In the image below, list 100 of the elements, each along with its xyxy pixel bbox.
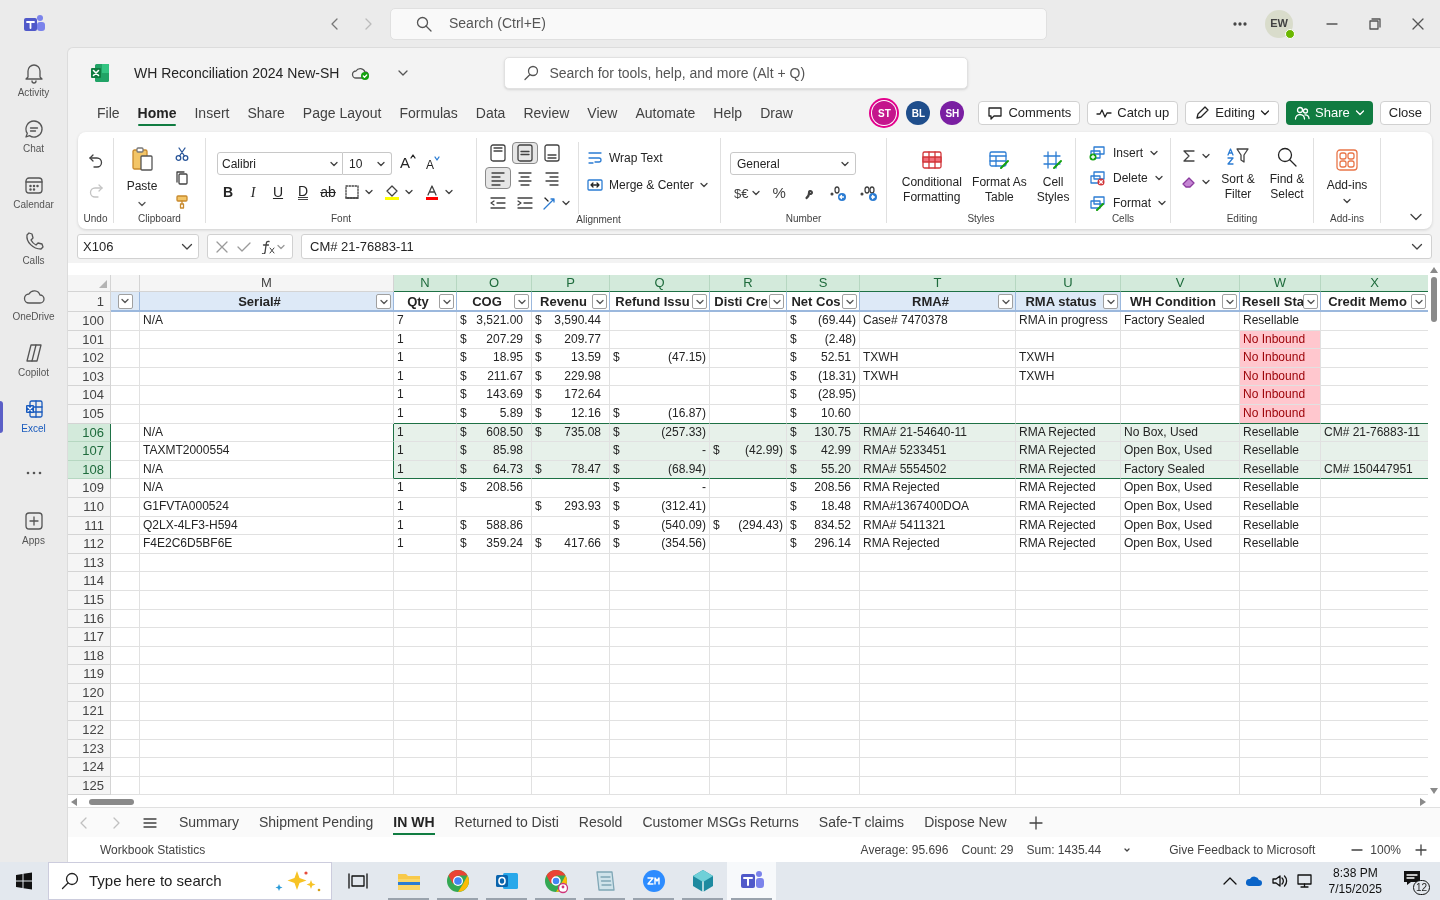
scroll-up-icon[interactable] <box>1430 267 1438 273</box>
row-number[interactable]: 1 <box>68 292 111 312</box>
workbook-statistics-button[interactable]: Workbook Statistics <box>100 841 206 859</box>
zoom-in-icon[interactable] <box>1415 844 1427 856</box>
editing-button[interactable]: Editing <box>1185 101 1280 125</box>
scroll-left-icon[interactable] <box>71 797 77 806</box>
filter-button[interactable] <box>376 294 391 309</box>
number-format-dropdown[interactable]: General <box>730 152 856 175</box>
column-letter[interactable]: Q <box>610 275 710 292</box>
collaborator-avatar[interactable]: ST <box>872 101 897 125</box>
chevron-down-icon[interactable] <box>397 69 410 77</box>
format-button[interactable]: B <box>217 181 239 203</box>
insert-button[interactable]: Insert <box>1088 144 1170 162</box>
rail-item[interactable]: Excel <box>0 389 67 445</box>
filter-button[interactable] <box>842 294 857 309</box>
search-field[interactable]: Search (Ctrl+E) <box>390 7 1047 40</box>
volume-icon[interactable] <box>1270 873 1289 889</box>
paste-button[interactable]: Paste <box>124 146 160 210</box>
search-field[interactable]: Search for tools, help, and more (Alt + Q) <box>504 57 969 89</box>
font-name-dropdown[interactable]: Calibri <box>217 152 343 175</box>
row-number[interactable]: 112 <box>68 535 111 554</box>
column-letter[interactable]: U <box>1016 275 1121 292</box>
row-number[interactable]: 124 <box>68 758 111 777</box>
row-number[interactable]: 102 <box>68 349 111 368</box>
row-number[interactable]: 107 <box>68 442 111 461</box>
browser-profile-icon[interactable] <box>542 868 569 894</box>
close-button[interactable]: Close <box>1379 101 1431 125</box>
row-number[interactable]: 109 <box>68 479 111 498</box>
filter-button[interactable] <box>592 294 607 309</box>
network-icon[interactable] <box>1296 873 1315 889</box>
task-view-icon[interactable] <box>348 872 368 890</box>
feedback-link[interactable]: Give Feedback to Microsoft <box>1169 841 1316 859</box>
menu-tab[interactable]: Data <box>466 98 515 128</box>
check-icon[interactable] <box>236 240 251 253</box>
comments-button[interactable]: Comments <box>978 101 1081 125</box>
format-painter-icon[interactable] <box>174 194 190 210</box>
column-letter[interactable]: M <box>140 275 394 292</box>
row-number[interactable]: 122 <box>68 721 111 740</box>
sheet-tab[interactable]: Dispose New <box>914 807 1017 838</box>
filter-button[interactable] <box>998 294 1013 309</box>
cloud-icon[interactable] <box>1244 874 1263 888</box>
currency-button[interactable]: $€ <box>730 183 761 203</box>
row-number[interactable]: 119 <box>68 665 111 684</box>
collaborator-avatar[interactable]: BL <box>906 101 931 125</box>
sort-filter-button[interactable]: Sort & Filter <box>1218 146 1258 202</box>
menu-tab[interactable]: Automate <box>626 98 705 128</box>
menu-tab[interactable]: Review <box>514 98 579 128</box>
row-number[interactable]: 104 <box>68 386 111 405</box>
rail-item[interactable]: Copilot <box>0 333 67 389</box>
conditional-formatting-button[interactable]: Conditional Formatting <box>896 150 968 205</box>
sheet-tab[interactable]: Summary <box>169 807 249 838</box>
wrap-text-button[interactable]: Wrap Text <box>587 149 708 167</box>
menu-tab[interactable]: File <box>88 98 129 128</box>
rail-item[interactable]: Calls <box>0 221 67 277</box>
alignment-button[interactable] <box>512 142 538 164</box>
rail-item[interactable]: OneDrive <box>0 277 67 333</box>
formula-input[interactable]: CM# 21-76883-11 <box>301 234 1432 259</box>
format-button[interactable]: ab <box>317 181 339 203</box>
column-letter[interactable]: O <box>457 275 532 292</box>
menu-tab[interactable]: Page Layout <box>293 98 391 128</box>
menu-icon[interactable] <box>143 816 157 829</box>
merge-center-button[interactable]: Merge & Center <box>587 176 708 194</box>
row-number[interactable]: 100 <box>68 312 111 331</box>
cancel-icon[interactable] <box>215 240 228 253</box>
filter-button[interactable] <box>1222 294 1237 309</box>
format-as-table-button[interactable]: Format As Table <box>971 150 1028 205</box>
scroll-thumb[interactable] <box>89 798 134 805</box>
add-ins-button[interactable]: Add-ins <box>1326 148 1368 204</box>
row-number[interactable]: 117 <box>68 628 111 647</box>
sheet-tab[interactable]: Returned to Disti <box>444 807 569 838</box>
alignment-button[interactable] <box>485 167 511 189</box>
menu-tab[interactable]: Home <box>128 98 186 128</box>
menu-tab[interactable]: Draw <box>751 98 802 128</box>
scroll-thumb[interactable] <box>1431 277 1437 322</box>
filter-button[interactable] <box>439 294 454 309</box>
row-number[interactable]: 114 <box>68 572 111 591</box>
cell-styles-button[interactable]: Cell Styles <box>1031 150 1075 205</box>
column-letter[interactable]: W <box>1240 275 1321 292</box>
column-letter[interactable]: X <box>1321 275 1428 292</box>
delete-button[interactable]: Delete <box>1088 169 1170 187</box>
restore-icon[interactable] <box>1369 17 1381 30</box>
format-button[interactable]: I <box>242 181 264 203</box>
scroll-down-icon[interactable] <box>1430 788 1438 794</box>
column-letter[interactable]: S <box>787 275 860 292</box>
filter-button[interactable] <box>769 294 784 309</box>
filter-button[interactable] <box>1103 294 1118 309</box>
rail-item[interactable]: Apps <box>0 501 67 557</box>
catchup-button[interactable]: Catch up <box>1087 101 1179 125</box>
column-letter[interactable]: R <box>710 275 787 292</box>
rail-item[interactable]: Activity <box>0 53 67 109</box>
find-select-button[interactable]: Find & Select <box>1266 146 1308 202</box>
sheet-tab[interactable]: Customer MSGs Returns <box>632 807 809 838</box>
menu-tab[interactable]: Formulas <box>390 98 467 128</box>
name-box[interactable]: X106 <box>77 234 199 259</box>
video-call-icon[interactable] <box>640 868 667 894</box>
user-avatar[interactable]: EW <box>1265 9 1293 38</box>
sheet-tab[interactable]: Shipment Pending <box>248 807 384 838</box>
filter-button[interactable] <box>692 294 707 309</box>
rail-item[interactable]: Chat <box>0 109 67 165</box>
menu-tab[interactable]: Share <box>238 98 294 128</box>
